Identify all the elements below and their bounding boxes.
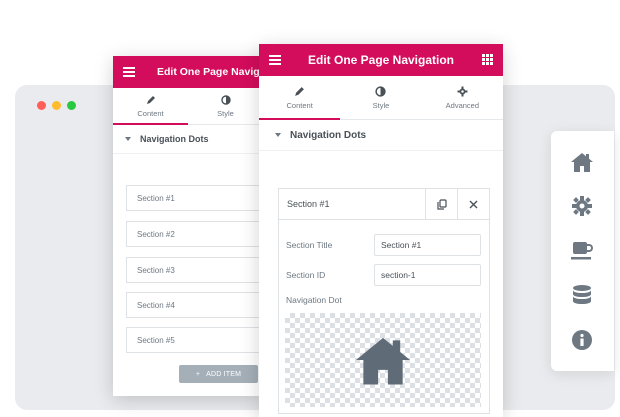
contrast-icon: [375, 86, 387, 98]
tab-label: Content: [286, 100, 313, 110]
repeater-item[interactable]: Section #3: [126, 257, 263, 283]
section-title: Navigation Dots: [290, 129, 367, 141]
navigation-dot-label: Navigation Dot: [286, 295, 342, 305]
section-toggle[interactable]: Navigation Dots: [113, 125, 263, 153]
field-label: Section Title: [286, 240, 333, 250]
section-title-field: Section Title Section #1: [286, 234, 482, 256]
repeater-item-label: Section #5: [137, 335, 175, 345]
tab-content[interactable]: Content: [259, 76, 341, 120]
section-id-field: Section ID section-1: [286, 264, 482, 286]
panel-title: Edit One Page Navigation: [307, 53, 455, 67]
divider: [113, 153, 263, 154]
panel-tabs: Content Style Advanced: [259, 76, 503, 120]
remove-button[interactable]: [457, 189, 489, 219]
icon-navigation-widget: [551, 131, 614, 371]
window-controls: [37, 101, 76, 110]
tab-content[interactable]: Content: [113, 88, 188, 125]
repeater-item[interactable]: Section #5: [126, 327, 263, 353]
caret-down-icon: [275, 133, 281, 137]
add-item-label: ADD ITEM: [206, 370, 242, 378]
repeater-item-label: Section #3: [137, 265, 175, 275]
repeater-item[interactable]: Section #1: [126, 185, 263, 211]
menu-icon[interactable]: [123, 67, 135, 77]
repeater-item-expanded: Section #1 Section Title Section #1 Sect…: [278, 188, 490, 414]
gear-icon: [457, 86, 468, 98]
tab-label: Advanced: [445, 100, 479, 110]
pencil-icon: [146, 94, 156, 106]
repeater-item-header[interactable]: Section #1: [279, 189, 489, 220]
panel-header: Edit One Page Navigation: [259, 44, 503, 76]
repeater-item[interactable]: Section #2: [126, 221, 263, 247]
repeater-item-label: Section #1: [137, 193, 175, 203]
home-icon: [356, 337, 410, 385]
tab-label: Content: [137, 109, 164, 118]
panel-tabs: Content Style: [113, 88, 263, 125]
tab-label: Style: [217, 109, 234, 118]
add-item-button[interactable]: + ADD ITEM: [179, 365, 258, 383]
minimize-dot[interactable]: [52, 101, 61, 110]
close-icon: [469, 200, 478, 208]
tab-style[interactable]: Style: [188, 88, 263, 124]
home-icon[interactable]: [568, 148, 596, 176]
duplicate-button[interactable]: [425, 189, 457, 219]
tab-advanced[interactable]: Advanced: [422, 76, 503, 119]
apps-grid-icon[interactable]: [482, 54, 493, 65]
plus-icon: +: [195, 370, 201, 378]
info-icon[interactable]: [568, 326, 596, 354]
section-toggle[interactable]: Navigation Dots: [259, 120, 503, 150]
section-id-input[interactable]: section-1: [374, 264, 481, 286]
coffee-icon[interactable]: [568, 236, 596, 264]
copy-icon: [436, 198, 447, 210]
close-dot[interactable]: [37, 101, 46, 110]
database-icon[interactable]: [568, 281, 596, 309]
tab-label: Style: [372, 100, 390, 110]
tab-style[interactable]: Style: [340, 76, 421, 119]
caret-down-icon: [125, 137, 131, 141]
pencil-icon: [294, 86, 305, 98]
repeater-item-label: Section #2: [137, 229, 175, 239]
editor-panel-front: Edit One Page Navigation Content Style A…: [259, 44, 503, 417]
repeater-item-label: Section #4: [137, 300, 175, 310]
icon-picker[interactable]: [285, 313, 481, 407]
panel-title: Edit One Page Navigat: [157, 66, 263, 78]
panel-header: Edit One Page Navigat: [113, 56, 263, 88]
maximize-dot[interactable]: [67, 101, 76, 110]
divider: [259, 150, 503, 151]
editor-panel-back: Edit One Page Navigat Content Style Navi…: [113, 56, 263, 396]
repeater-item[interactable]: Section #4: [126, 292, 263, 318]
section-title-input[interactable]: Section #1: [374, 234, 481, 256]
repeater-item-label: Section #1: [287, 199, 330, 209]
field-label: Section ID: [286, 270, 326, 280]
section-title: Navigation Dots: [140, 134, 209, 144]
contrast-icon: [220, 94, 231, 106]
gear-icon[interactable]: [568, 192, 596, 220]
